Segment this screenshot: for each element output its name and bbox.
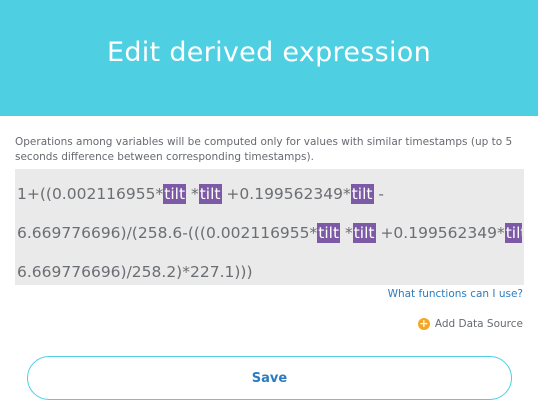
expression-text: 6.669776696)/(258.6-(((0.002116955* bbox=[17, 224, 318, 242]
dialog-title: Edit derived expression bbox=[106, 37, 432, 68]
expression-line: 6.669776696)/258.2)*227.1))) bbox=[17, 253, 522, 292]
save-button[interactable]: Save bbox=[27, 356, 512, 400]
expression-text: +0.199562349* bbox=[221, 185, 351, 203]
expression-line: 1+((0.002116955*tilt *tilt +0.199562349*… bbox=[17, 175, 522, 214]
variable-chip-tilt[interactable]: tilt bbox=[352, 223, 376, 243]
expression-text: * bbox=[340, 224, 353, 242]
help-functions-link[interactable]: What functions can I use? bbox=[388, 288, 523, 300]
plus-circle-icon: + bbox=[417, 317, 430, 330]
add-data-source-label: Add Data Source bbox=[434, 318, 523, 330]
variable-chip-tilt[interactable]: tilt bbox=[504, 223, 522, 243]
add-data-source-button[interactable]: + Add Data Source bbox=[417, 317, 523, 330]
variable-chip-tilt[interactable]: tilt bbox=[163, 184, 187, 204]
timestamp-note: Operations among variables will be compu… bbox=[15, 136, 513, 163]
expression-text: - bbox=[373, 185, 385, 203]
variable-chip-tilt[interactable]: tilt bbox=[350, 184, 374, 204]
expression-text: * bbox=[186, 185, 199, 203]
expression-text: +0.199562349* bbox=[375, 224, 505, 242]
variable-chip-tilt[interactable]: tilt bbox=[198, 184, 222, 204]
expression-text: 6.669776696)/258.2)*227.1))) bbox=[17, 263, 253, 281]
dialog-header: Edit derived expression bbox=[0, 0, 538, 116]
expression-text: 1+((0.002116955* bbox=[17, 185, 164, 203]
expression-editor[interactable]: 1+((0.002116955*tilt *tilt +0.199562349*… bbox=[15, 169, 524, 285]
variable-chip-tilt[interactable]: tilt bbox=[317, 223, 341, 243]
expression-line: 6.669776696)/(258.6-(((0.002116955*tilt … bbox=[17, 214, 522, 253]
